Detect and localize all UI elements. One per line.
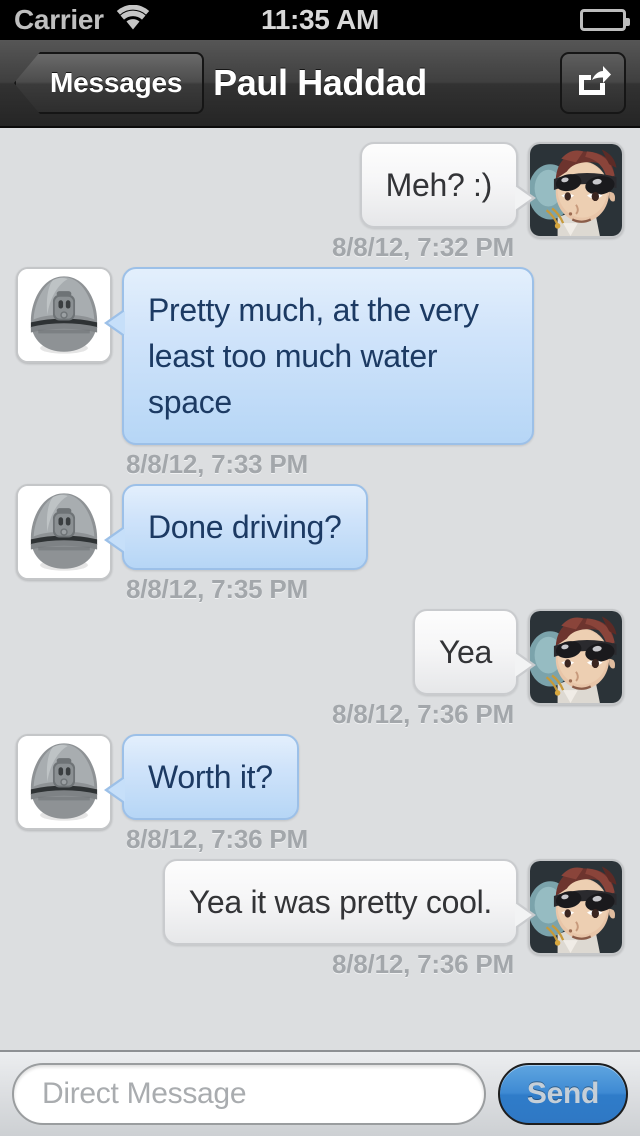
back-button-label: Messages	[50, 67, 183, 98]
message-timestamp: 8/8/12, 7:33 PM	[126, 449, 308, 479]
message-bubble[interactable]: Worth it?	[104, 734, 299, 820]
back-button-messages[interactable]: Messages	[14, 52, 205, 114]
message-row: Done driving? 8/8/12, 7:35 PM	[0, 484, 640, 605]
avatar-egg-robot[interactable]	[16, 484, 112, 580]
message-timestamp: 8/8/12, 7:36 PM	[332, 699, 514, 729]
message-timestamp: 8/8/12, 7:35 PM	[126, 574, 308, 604]
message-bubble[interactable]: Yea it was pretty cool.	[162, 859, 537, 945]
share-export-icon	[575, 64, 611, 103]
avatar-anime-goggles[interactable]	[528, 609, 624, 705]
direct-message-input[interactable]	[40, 1076, 458, 1112]
share-button[interactable]	[560, 52, 626, 114]
message-bubble[interactable]: Yea	[412, 609, 537, 695]
status-bar: Carrier 11:35 AM	[0, 0, 640, 40]
message-row: Meh? :) 8/8/12, 7:32 PM	[0, 142, 640, 263]
direct-message-field[interactable]	[12, 1063, 486, 1125]
battery-icon	[580, 9, 630, 31]
wifi-icon	[116, 4, 150, 36]
message-bubble-column: Pretty much, at the very least too much …	[104, 267, 534, 480]
message-row: Worth it? 8/8/12, 7:36 PM	[0, 734, 640, 855]
message-bubble[interactable]: Meh? :)	[359, 142, 537, 228]
avatar-anime-goggles[interactable]	[528, 859, 624, 955]
avatar-egg-robot[interactable]	[16, 734, 112, 830]
message-row: Yea 8/8/12, 7:36 PM	[0, 609, 640, 730]
message-bubble-column: Yea 8/8/12, 7:36 PM	[332, 609, 537, 730]
message-bubble-column: Meh? :) 8/8/12, 7:32 PM	[332, 142, 537, 263]
conversation-list[interactable]: Meh? :) 8/8/12, 7:32 PM Pretty much, at …	[0, 128, 640, 1050]
send-button-label: Send	[526, 1077, 600, 1110]
avatar-egg-robot[interactable]	[16, 267, 112, 363]
phone-screen: Carrier 11:35 AM Messages Paul Haddad Me…	[0, 0, 640, 1136]
send-button[interactable]: Send	[498, 1063, 628, 1125]
message-row: Pretty much, at the very least too much …	[0, 267, 640, 480]
message-bubble[interactable]: Pretty much, at the very least too much …	[104, 267, 534, 445]
message-bubble-column: Worth it? 8/8/12, 7:36 PM	[104, 734, 308, 855]
message-bubble[interactable]: Done driving?	[104, 484, 368, 570]
message-timestamp: 8/8/12, 7:36 PM	[332, 949, 514, 979]
message-timestamp: 8/8/12, 7:36 PM	[126, 824, 308, 854]
message-compose-toolbar: Send	[0, 1050, 640, 1136]
message-row: Yea it was pretty cool. 8/8/12, 7:36 PM	[0, 859, 640, 980]
status-bar-right	[580, 9, 630, 31]
navigation-bar: Messages Paul Haddad	[0, 40, 640, 128]
status-bar-left: Carrier	[14, 4, 150, 36]
avatar-anime-goggles[interactable]	[528, 142, 624, 238]
message-bubble-column: Yea it was pretty cool. 8/8/12, 7:36 PM	[162, 859, 537, 980]
carrier-label: Carrier	[14, 4, 104, 35]
message-timestamp: 8/8/12, 7:32 PM	[332, 232, 514, 262]
message-bubble-column: Done driving? 8/8/12, 7:35 PM	[104, 484, 368, 605]
